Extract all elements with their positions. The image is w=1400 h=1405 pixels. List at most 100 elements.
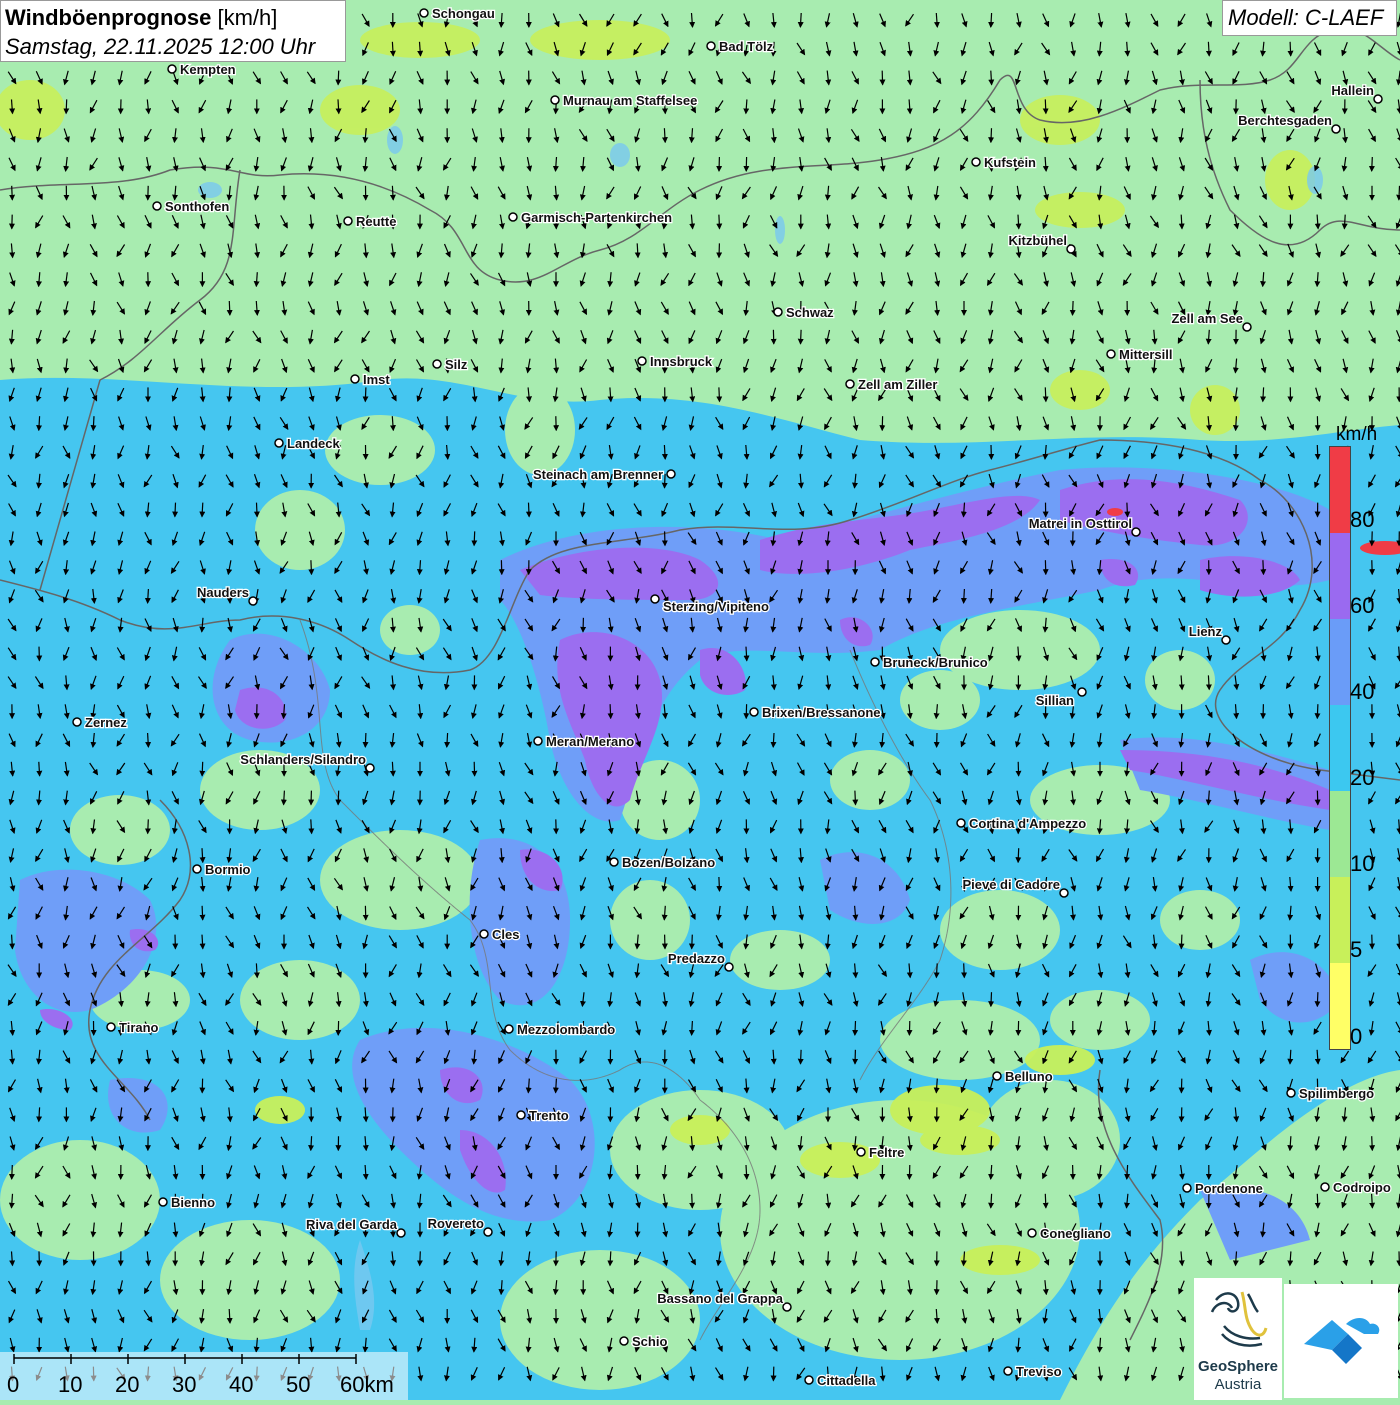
wind-arrow — [1208, 42, 1209, 56]
wind-arrow — [692, 935, 693, 949]
wind-arrow — [828, 1251, 829, 1265]
city-label: Meran/Merano — [546, 734, 634, 749]
city-label: Bassano del Grappa — [657, 1291, 783, 1306]
wind-arrow — [1317, 1194, 1318, 1208]
city-dot — [993, 1072, 1001, 1080]
wind-arrow — [1372, 157, 1373, 171]
legend-unit: km/h — [1336, 424, 1377, 446]
city-dot — [774, 308, 782, 316]
city-marker: Pordenone — [1183, 1181, 1263, 1196]
wind-arrow — [610, 704, 611, 718]
city-dot — [783, 1303, 791, 1311]
wind-arrow — [229, 301, 230, 315]
city-dot — [805, 1376, 813, 1384]
wind-arrow — [637, 1165, 638, 1179]
city-dot — [484, 1228, 492, 1236]
wind-arrow — [1399, 186, 1400, 200]
city-dot — [957, 819, 965, 827]
city-dot — [480, 930, 488, 938]
city-label: Landeck — [287, 436, 341, 451]
app-logo[interactable] — [1284, 1284, 1398, 1398]
city-label: Hallein — [1331, 83, 1374, 98]
wind-arrow — [1208, 675, 1209, 689]
city-dot — [846, 380, 854, 388]
city-dot — [620, 1337, 628, 1345]
city-label: Belluno — [1005, 1069, 1053, 1084]
legend-swatch — [1330, 791, 1350, 877]
city-label: Rovereto — [428, 1216, 484, 1231]
geosphere-logo[interactable]: GeoSphere Austria — [1194, 1278, 1282, 1400]
city-dot — [168, 65, 176, 73]
wind-arrow — [746, 1165, 747, 1179]
wind-arrow — [12, 186, 13, 200]
city-label: Reutte — [356, 214, 396, 229]
wind-arrow — [1290, 1050, 1291, 1064]
city-marker: Conegliano — [1028, 1226, 1111, 1241]
wind-arrow — [148, 733, 149, 747]
city-label: Innsbruck — [650, 354, 713, 369]
legend-tick-label: 20 — [1350, 765, 1374, 791]
legend-tick-label: 80 — [1350, 507, 1374, 533]
city-label: Brixen/Bressanone — [762, 705, 881, 720]
wind-arrow — [229, 1309, 230, 1323]
city-dot — [1374, 95, 1382, 103]
city-marker: Steinach am Brenner — [533, 467, 675, 482]
city-label: Treviso — [1016, 1364, 1062, 1379]
legend-tick-label: 0 — [1350, 1024, 1362, 1050]
wind-arrow — [529, 503, 530, 517]
legend-tick-label: 40 — [1350, 679, 1374, 705]
wind-arrow — [991, 1194, 992, 1208]
city-dot — [1332, 125, 1340, 133]
wind-arrow — [1127, 503, 1128, 517]
wind-arrow — [420, 1251, 421, 1265]
wind-arrow — [991, 992, 992, 1006]
wind-arrow — [257, 503, 258, 517]
city-dot — [517, 1111, 525, 1119]
city-label: Mittersill — [1119, 347, 1172, 362]
city-dot — [857, 1148, 865, 1156]
city-dot — [420, 9, 428, 17]
city-marker: Mezzolombardo — [505, 1022, 615, 1037]
city-dot — [1321, 1183, 1329, 1191]
wind-app-icon — [1284, 1284, 1398, 1398]
city-label: Bad Tölz — [719, 39, 774, 54]
city-label: Conegliano — [1040, 1226, 1111, 1241]
wind-arrow — [474, 531, 475, 545]
wind-arrow — [637, 243, 638, 257]
wind-arrow — [1073, 301, 1074, 315]
wind-arrow — [991, 13, 992, 27]
city-dot — [433, 360, 441, 368]
scale-tick-40: 40 — [229, 1372, 253, 1397]
wind-arrow — [664, 445, 665, 459]
wind-arrow — [1181, 215, 1182, 229]
wind-arrow — [66, 99, 67, 113]
map-title: Windböenprognose [km/h] — [5, 5, 277, 31]
city-dot — [1243, 323, 1251, 331]
city-dot — [366, 764, 374, 772]
wind-arrow — [202, 848, 203, 862]
city-label: Feltre — [869, 1145, 904, 1160]
city-dot — [351, 375, 359, 383]
legend-tick-label: 5 — [1350, 937, 1362, 963]
city-label: Nauders — [197, 585, 249, 600]
wind-arrow — [1290, 42, 1291, 56]
city-label: Berchtesgaden — [1238, 113, 1332, 128]
city-label: Spilimbergo — [1299, 1086, 1374, 1101]
city-dot — [638, 357, 646, 365]
city-marker: Sonthofen — [153, 199, 229, 214]
legend-swatch — [1330, 447, 1350, 533]
wind-arrow — [202, 762, 203, 776]
geosphere-country: Austria — [1194, 1376, 1282, 1393]
wind-arrow — [664, 128, 665, 142]
city-dot — [107, 1023, 115, 1031]
wind-arrow — [719, 215, 720, 229]
wind-arrow — [311, 560, 312, 574]
wind-arrow — [1344, 215, 1345, 229]
scale-tick-50: 50 — [286, 1372, 310, 1397]
wind-arrow — [964, 963, 965, 977]
city-label: Schlanders/Silandro — [240, 752, 366, 767]
wind-arrow — [773, 733, 774, 747]
city-dot — [397, 1229, 405, 1237]
city-dot — [193, 865, 201, 873]
city-label: Murnau am Staffelsee — [563, 93, 697, 108]
